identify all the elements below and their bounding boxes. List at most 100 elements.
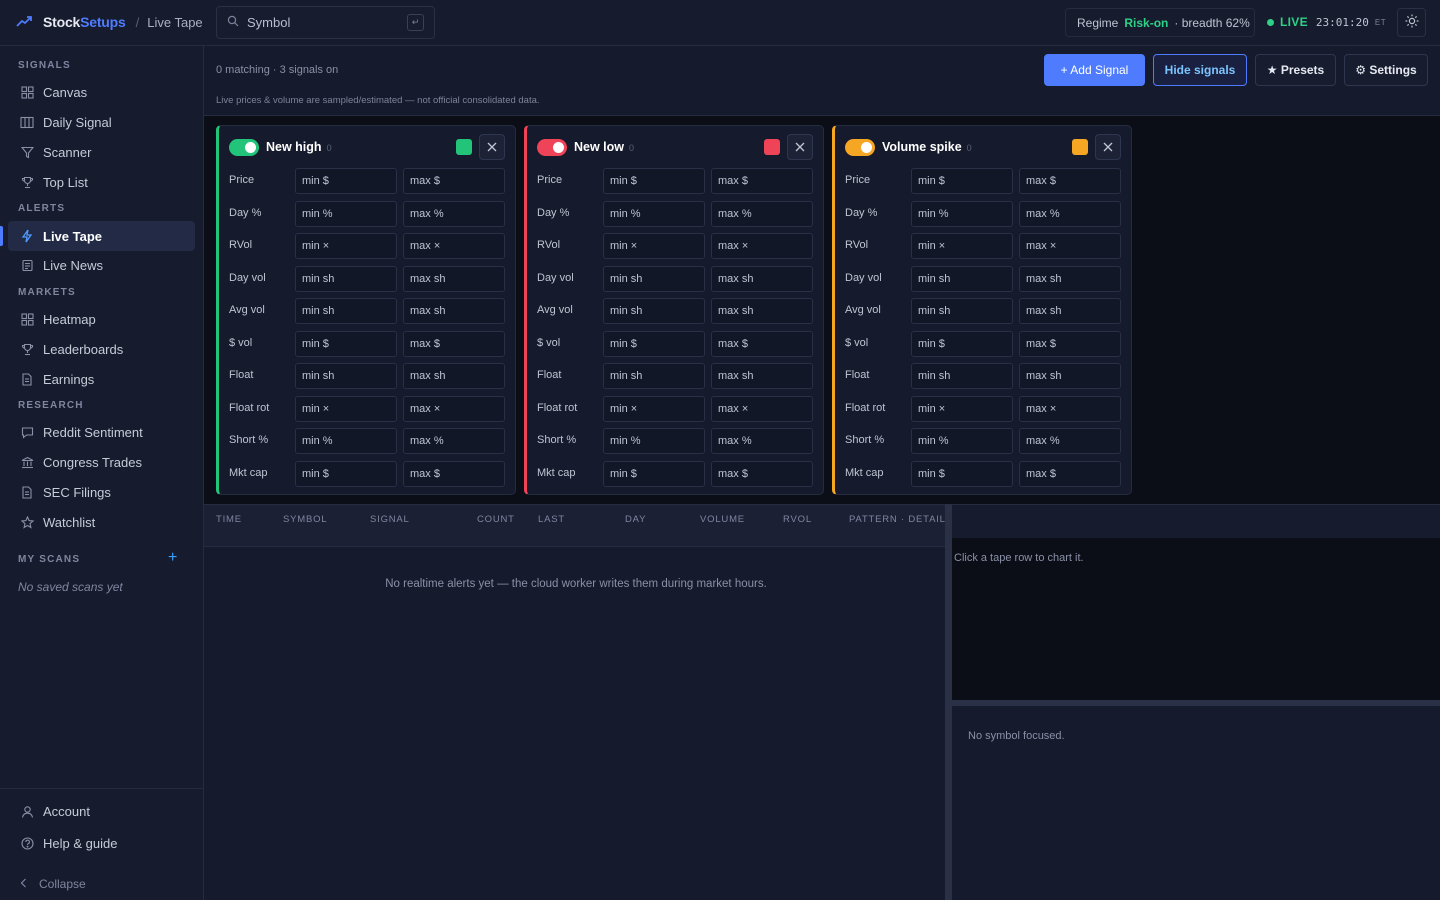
filter-min-input[interactable] [295,363,397,389]
collapse-sidebar-button[interactable]: Collapse [20,877,86,891]
sidebar-item-live-news[interactable]: Live News [8,250,195,280]
filter-max-input[interactable] [1019,233,1121,259]
filter-max-input[interactable] [711,298,813,324]
filter-max-input[interactable] [403,396,505,422]
sidebar-item-scanner[interactable]: Scanner [8,137,195,167]
filter-min-input[interactable] [603,266,705,292]
filter-min-input[interactable] [603,396,705,422]
filter-min-input[interactable] [911,298,1013,324]
add-signal-button[interactable]: + Add Signal [1044,54,1145,86]
filter-max-input[interactable] [1019,201,1121,227]
theme-toggle-button[interactable] [1397,8,1426,37]
filter-min-input[interactable] [911,233,1013,259]
filter-min-input[interactable] [603,331,705,357]
filter-max-input[interactable] [1019,168,1121,194]
filter-min-input[interactable] [295,428,397,454]
filter-max-input[interactable] [403,331,505,357]
sidebar-item-reddit-sentiment[interactable]: Reddit Sentiment [8,417,195,447]
signal-enable-toggle[interactable] [845,139,875,156]
filter-min-input[interactable] [603,233,705,259]
sidebar-item-live-tape[interactable]: Live Tape [8,221,195,251]
column-header-pattern-detail[interactable]: PATTERN · DETAIL [849,514,946,525]
filter-min-input[interactable] [295,233,397,259]
filter-max-input[interactable] [403,363,505,389]
filter-min-input[interactable] [603,298,705,324]
signal-color-swatch[interactable] [764,139,780,155]
column-header-time[interactable]: TIME [216,514,242,525]
filter-min-input[interactable] [911,331,1013,357]
filter-min-input[interactable] [911,428,1013,454]
remove-signal-button[interactable] [1095,134,1121,160]
filter-max-input[interactable] [711,266,813,292]
filter-min-input[interactable] [603,461,705,487]
filter-min-input[interactable] [295,461,397,487]
sidebar-item-watchlist[interactable]: Watchlist [8,507,195,537]
symbol-search[interactable]: ↵ [216,6,435,39]
hide-signals-button[interactable]: Hide signals [1153,54,1247,86]
filter-max-input[interactable] [1019,331,1121,357]
filter-min-input[interactable] [911,363,1013,389]
sidebar-item-help[interactable]: Help & guide [8,828,195,858]
filter-max-input[interactable] [711,233,813,259]
filter-max-input[interactable] [1019,298,1121,324]
filter-max-input[interactable] [1019,461,1121,487]
filter-min-input[interactable] [603,363,705,389]
remove-signal-button[interactable] [787,134,813,160]
filter-max-input[interactable] [711,168,813,194]
filter-min-input[interactable] [911,266,1013,292]
sidebar-item-congress-trades[interactable]: Congress Trades [8,447,195,477]
sidebar-item-daily-signal[interactable]: Daily Signal [8,107,195,137]
filter-min-input[interactable] [911,168,1013,194]
filter-min-input[interactable] [603,168,705,194]
filter-min-input[interactable] [295,266,397,292]
filter-min-input[interactable] [911,201,1013,227]
filter-min-input[interactable] [295,298,397,324]
filter-max-input[interactable] [711,396,813,422]
column-header-signal[interactable]: SIGNAL [370,514,410,525]
filter-max-input[interactable] [1019,363,1121,389]
column-header-last[interactable]: LAST [538,514,565,525]
brand[interactable]: StockSetups / Live Tape [16,13,203,31]
vertical-splitter[interactable] [945,504,952,900]
filter-max-input[interactable] [711,428,813,454]
filter-max-input[interactable] [403,201,505,227]
filter-max-input[interactable] [711,363,813,389]
filter-min-input[interactable] [295,201,397,227]
column-header-count[interactable]: COUNT [477,514,515,525]
presets-button[interactable]: ★ Presets [1255,54,1336,86]
sidebar-item-heatmap[interactable]: Heatmap [8,304,195,334]
filter-min-input[interactable] [603,428,705,454]
column-header-volume[interactable]: VOLUME [700,514,745,525]
filter-max-input[interactable] [403,233,505,259]
sidebar-item-canvas[interactable]: Canvas [8,77,195,107]
add-scan-button[interactable]: + [168,550,177,566]
filter-max-input[interactable] [403,428,505,454]
filter-max-input[interactable] [711,461,813,487]
sidebar-item-account[interactable]: Account [8,796,195,826]
signal-color-swatch[interactable] [1072,139,1088,155]
filter-min-input[interactable] [603,201,705,227]
filter-max-input[interactable] [403,266,505,292]
column-header-day[interactable]: DAY [625,514,646,525]
column-header-rvol[interactable]: RVOL [783,514,812,525]
filter-max-input[interactable] [1019,266,1121,292]
filter-max-input[interactable] [403,461,505,487]
column-header-symbol[interactable]: SYMBOL [283,514,327,525]
filter-min-input[interactable] [295,168,397,194]
signal-color-swatch[interactable] [456,139,472,155]
filter-min-input[interactable] [295,331,397,357]
filter-max-input[interactable] [403,168,505,194]
sidebar-item-leaderboards[interactable]: Leaderboards [8,334,195,364]
signal-enable-toggle[interactable] [229,139,259,156]
filter-min-input[interactable] [911,461,1013,487]
filter-min-input[interactable] [911,396,1013,422]
sidebar-item-sec-filings[interactable]: SEC Filings [8,477,195,507]
remove-signal-button[interactable] [479,134,505,160]
filter-min-input[interactable] [295,396,397,422]
signal-enable-toggle[interactable] [537,139,567,156]
filter-max-input[interactable] [403,298,505,324]
filter-max-input[interactable] [1019,428,1121,454]
sidebar-item-top-list[interactable]: Top List [8,167,195,197]
filter-max-input[interactable] [711,331,813,357]
sidebar-item-earnings[interactable]: Earnings [8,364,195,394]
